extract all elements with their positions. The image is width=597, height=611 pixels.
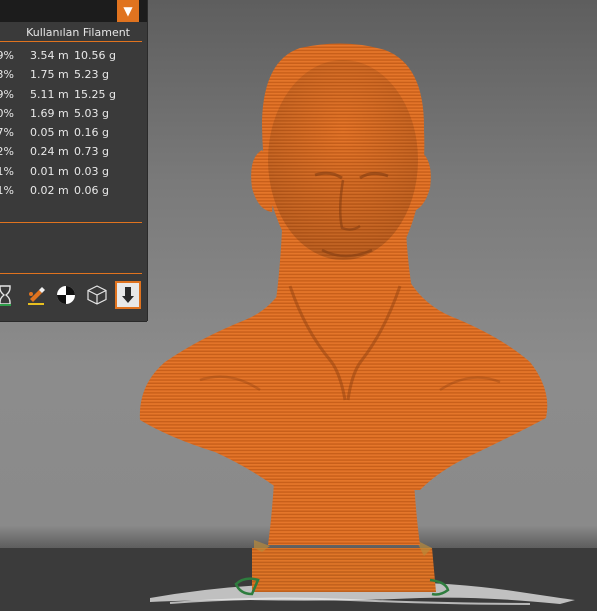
wireframe-cube-icon[interactable] (86, 283, 108, 307)
toolbar-divider (0, 273, 142, 274)
weight-cell: 5.23 g (74, 68, 109, 82)
header-divider (0, 41, 142, 42)
export-arrow-icon[interactable] (115, 281, 141, 309)
weight-cell: 10.56 g (74, 49, 116, 62)
filament-column-header: Kullanılan Filament (26, 26, 130, 39)
length-cell: 0.05 m (30, 126, 69, 140)
hourglass-icon[interactable] (0, 283, 16, 307)
chevron-down-icon: ▼ (123, 4, 133, 18)
table-row: 7% 0.05 m 0.16 g (0, 123, 140, 142)
filament-stats-panel: ▼ Kullanılan Filament 2,9% 3.54 m 10.56 … (0, 0, 147, 321)
percent-cell: 0,9% (0, 87, 14, 101)
percent-cell: 1,0% (0, 106, 14, 120)
length-cell: 0.24 m (30, 145, 69, 159)
percent-cell: 7% (0, 126, 14, 140)
section-divider (0, 222, 142, 223)
weight-cell: 0.73 g (74, 145, 109, 159)
percent-cell: 1% (0, 184, 14, 198)
table-row: 5,3% 1.75 m 5.23 g (0, 65, 140, 84)
panel-dropdown-button[interactable]: ▼ (117, 0, 139, 22)
weight-cell: 0.16 g (74, 126, 109, 140)
weight-cell: 15.25 g (74, 87, 116, 101)
table-row: 1% 0.02 m 0.06 g (0, 181, 140, 200)
table-row: 0,9% 5.11 m 15.25 g (0, 85, 140, 104)
length-cell: 0.01 m (30, 164, 69, 178)
filament-table: 2,9% 3.54 m 10.56 g 5,3% 1.75 m 5.23 g 0… (0, 46, 140, 200)
percent-cell: 1% (0, 164, 14, 178)
length-cell: 5.11 m (30, 87, 69, 101)
paint-brush-icon[interactable] (25, 283, 47, 307)
table-row: 1% 0.01 m 0.03 g (0, 162, 140, 181)
weight-cell: 0.03 g (74, 164, 109, 178)
percent-cell: 5,3% (0, 68, 14, 82)
weight-cell: 5.03 g (74, 106, 109, 120)
percent-cell: 2% (0, 145, 14, 159)
length-cell: 1.75 m (30, 68, 69, 82)
weight-cell: 0.06 g (74, 184, 109, 198)
length-cell: 3.54 m (30, 49, 69, 62)
bust-model (139, 43, 548, 596)
table-row: 2,9% 3.54 m 10.56 g (0, 46, 140, 65)
view-toolbar (0, 281, 147, 309)
percent-cell: 2,9% (0, 49, 14, 62)
panel-topbar: ▼ (0, 0, 147, 22)
table-row: 2% 0.24 m 0.73 g (0, 142, 140, 161)
length-cell: 0.02 m (30, 184, 69, 198)
contrast-circle-icon[interactable] (55, 283, 77, 307)
table-row: 1,0% 1.69 m 5.03 g (0, 104, 140, 123)
length-cell: 1.69 m (30, 106, 69, 120)
